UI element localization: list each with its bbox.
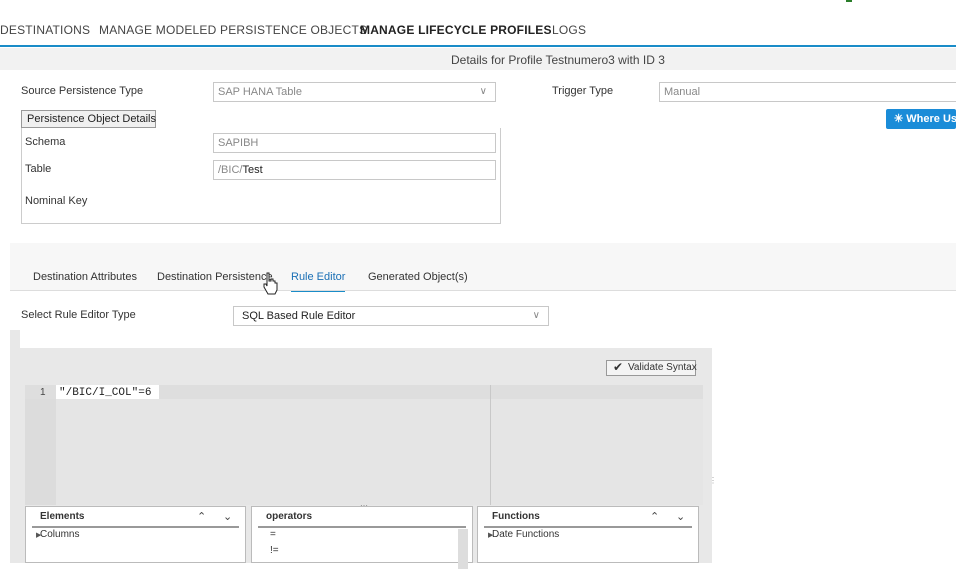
expand-arrow-icon: ▶ <box>36 532 42 539</box>
vertical-resize-handle[interactable]: ⋮ <box>709 476 717 485</box>
trigger-type-label: Trigger Type <box>552 85 614 97</box>
function-item-label: Date Functions <box>492 529 560 540</box>
expand-all-icon[interactable]: ⌄ <box>223 510 232 523</box>
source-persistence-type-label: Source Persistence Type <box>21 85 144 97</box>
table-prefix: /BIC/ <box>218 164 243 176</box>
user-icon <box>846 0 852 2</box>
elements-pane-title: Elements <box>40 511 85 522</box>
trigger-type-field[interactable]: Manual <box>659 82 956 102</box>
chevron-down-icon: ∨ <box>532 310 540 321</box>
line-number: 1 <box>40 387 46 398</box>
tab-rule-editor[interactable]: Rule Editor <box>291 271 346 292</box>
tab-divider <box>10 290 956 291</box>
operators-scrollbar[interactable] <box>458 529 468 569</box>
nav-tab-manage-modeled-persistence-objects[interactable]: MANAGE MODELED PERSISTENCE OBJECTS <box>99 23 367 37</box>
functions-pane: Functions ⌃ ⌄ ▶ Date Functions <box>477 506 699 563</box>
collapse-all-icon[interactable]: ⌃ <box>197 510 206 523</box>
table-field[interactable]: /BIC/Test <box>213 160 496 180</box>
table-label: Table <box>25 163 52 175</box>
element-item-label: Columns <box>40 529 80 540</box>
tab-strip <box>10 243 956 291</box>
element-item-columns[interactable]: ▶ Columns <box>36 529 80 540</box>
nav-tab-logs[interactable]: LOGS <box>552 23 586 37</box>
where-used-icon: ✳ <box>894 113 904 125</box>
schema-field: SAPIBH <box>213 133 496 153</box>
validate-syntax-label: Validate Syntax <box>628 362 697 373</box>
collapse-all-icon[interactable]: ⌃ <box>650 510 659 523</box>
operators-pane: operators = != <box>251 506 473 569</box>
nominal-key-label: Nominal Key <box>25 195 88 207</box>
table-value: Test <box>242 164 263 176</box>
persistence-object-details-button[interactable]: Persistence Object Details <box>21 110 156 128</box>
checkmark-icon: ✔ <box>613 360 624 374</box>
operators-pane-title: operators <box>266 511 313 522</box>
editor-divider <box>490 385 491 505</box>
trigger-type-value: Manual <box>664 86 701 98</box>
source-persistence-type-select[interactable]: SAP HANA Table ∨ <box>213 82 496 102</box>
validate-syntax-button[interactable]: ✔ Validate Syntax <box>606 360 697 376</box>
nav-tab-destinations[interactable]: DESTINATIONS <box>0 23 90 37</box>
details-title: Details for Profile Testnumero3 with ID … <box>451 53 665 67</box>
hand-cursor-icon <box>263 272 278 295</box>
rule-editor-type-value: SQL Based Rule Editor <box>242 310 356 322</box>
pane-divider <box>258 526 466 528</box>
function-item-date-functions[interactable]: ▶ Date Functions <box>488 529 560 540</box>
rule-editor-toolbar <box>20 330 712 348</box>
code-text[interactable]: "/BIC/I_COL"=6 <box>56 385 159 399</box>
expand-all-icon[interactable]: ⌄ <box>676 510 685 523</box>
rule-editor-type-select[interactable]: SQL Based Rule Editor ∨ <box>233 306 549 326</box>
functions-pane-title: Functions <box>492 511 540 522</box>
operator-item[interactable]: != <box>270 545 279 556</box>
operator-item[interactable]: = <box>270 529 276 540</box>
details-header: Details for Profile Testnumero3 with ID … <box>0 48 956 70</box>
schema-value: SAPIBH <box>218 137 259 149</box>
tab-destination-attributes[interactable]: Destination Attributes <box>33 271 137 283</box>
top-navigation: DESTINATIONS MANAGE MODELED PERSISTENCE … <box>0 0 956 48</box>
code-gutter <box>25 385 56 505</box>
elements-pane: Elements ⌃ ⌄ ▶ Columns <box>25 506 246 563</box>
expand-arrow-icon: ▶ <box>488 532 494 539</box>
nav-underline <box>0 45 956 47</box>
where-used-button[interactable]: ✳ Where Us <box>886 109 956 129</box>
source-persistence-type-value: SAP HANA Table <box>218 86 302 98</box>
rule-editor-type-label: Select Rule Editor Type <box>21 309 136 321</box>
pane-divider <box>32 526 239 528</box>
tab-generated-objects[interactable]: Generated Object(s) <box>368 271 468 283</box>
where-used-label: Where Us <box>906 113 956 125</box>
chevron-down-icon: ∨ <box>479 86 487 97</box>
code-editor-area[interactable] <box>56 399 703 505</box>
tab-destination-persistence[interactable]: Destination Persistence <box>157 271 273 283</box>
nav-tab-manage-lifecycle-profiles[interactable]: MANAGE LIFECYCLE PROFILES <box>360 23 552 37</box>
schema-label: Schema <box>25 136 66 148</box>
pane-divider <box>484 526 692 528</box>
